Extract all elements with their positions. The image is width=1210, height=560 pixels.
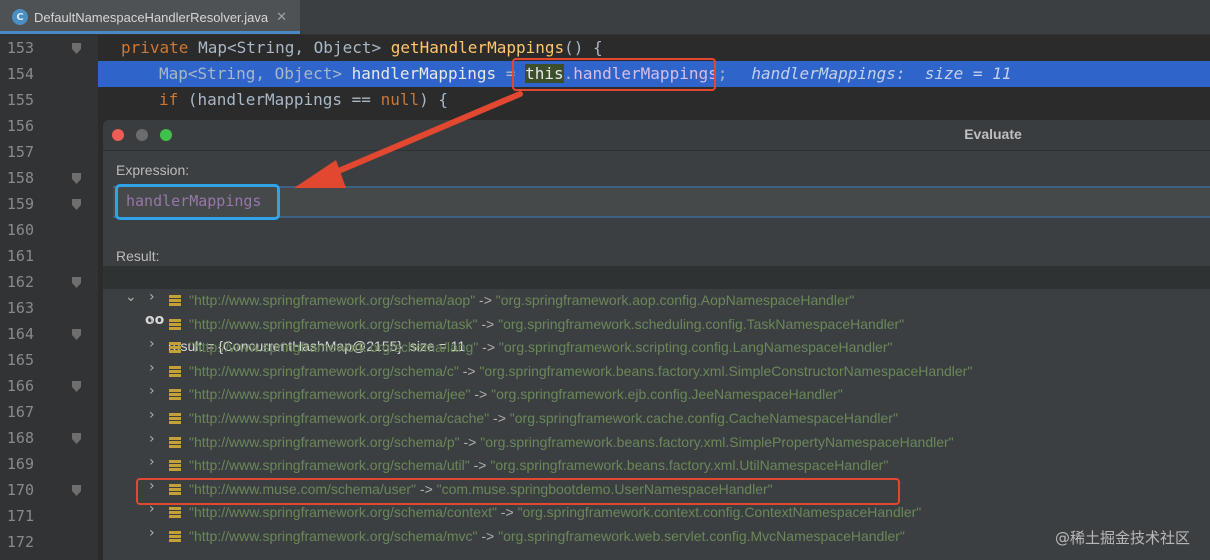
annotation-arrow: [294, 91, 523, 188]
watermark: @稀土掘金技术社区: [1054, 529, 1190, 547]
